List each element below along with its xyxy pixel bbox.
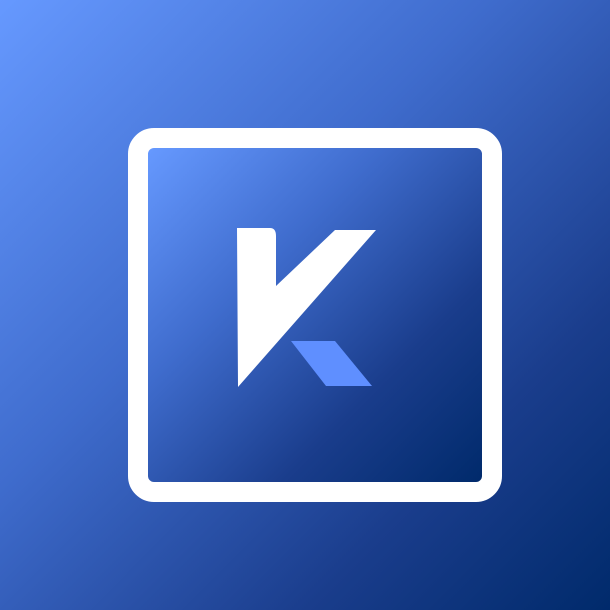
app-icon-canvas	[0, 0, 610, 610]
k-letter-stem-icon	[237, 228, 376, 387]
k-letter-logo-icon	[237, 228, 376, 387]
k-letter-accent-icon	[291, 341, 372, 386]
